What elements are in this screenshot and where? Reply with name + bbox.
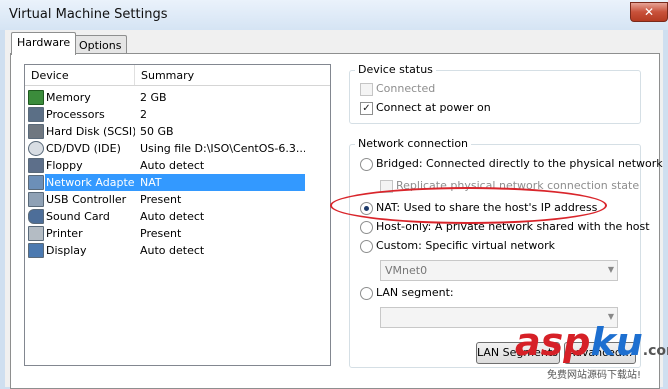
- watermark-part2: ku: [590, 320, 643, 364]
- device-name: Printer: [46, 227, 83, 240]
- watermark-subtitle: 免费网站源码下载站!: [547, 370, 642, 381]
- device-row-memory[interactable]: Memory 2 GB: [25, 89, 330, 106]
- aspku-watermark-logo: aspku.com 免费网站源码下载站!: [515, 322, 668, 384]
- device-name: CD/DVD (IDE): [46, 142, 121, 155]
- title-bar: Virtual Machine Settings ✕: [0, 0, 668, 30]
- device-summary: NAT: [135, 174, 305, 191]
- device-summary: Auto detect: [140, 159, 205, 172]
- device-name: Processors: [46, 108, 105, 121]
- connected-label: Connected: [376, 82, 436, 95]
- close-button[interactable]: ✕: [630, 2, 668, 22]
- device-row-processors[interactable]: Processors 2: [25, 106, 330, 123]
- device-name: Sound Card: [46, 210, 110, 223]
- window-title: Virtual Machine Settings: [9, 7, 168, 22]
- checkmark-icon: ✓: [362, 103, 371, 114]
- display-icon: [28, 243, 44, 258]
- device-summary: 2: [140, 108, 147, 121]
- device-name: Memory: [46, 91, 91, 104]
- device-summary: Using file D:\ISO\CentOS-6.3...: [140, 142, 305, 155]
- device-name: Display: [46, 244, 87, 257]
- cd-dvd-icon: [28, 141, 44, 156]
- list-header: Device Summary: [25, 65, 330, 86]
- watermark-text: aspku.com: [515, 322, 668, 371]
- host-only-radio[interactable]: [360, 221, 373, 234]
- connect-at-power-on-checkbox[interactable]: ✓: [360, 102, 373, 115]
- device-name: Hard Disk (SCSI): [46, 125, 135, 138]
- device-name: USB Controller: [46, 193, 127, 206]
- device-status-group: Device status Connected ✓ Connect at pow…: [349, 63, 641, 124]
- device-row-floppy[interactable]: Floppy Auto detect: [25, 157, 330, 174]
- summary-column-header[interactable]: Summary: [141, 69, 194, 82]
- device-list[interactable]: Device Summary Memory 2 GB Processors 2 …: [24, 64, 331, 366]
- vmnet-select-value: VMnet0: [385, 264, 428, 277]
- watermark-suffix: .com: [642, 343, 668, 359]
- printer-icon: [28, 226, 44, 241]
- device-row-sound-card[interactable]: Sound Card Auto detect: [25, 208, 330, 225]
- device-summary: 50 GB: [140, 125, 174, 138]
- device-name: Network Adapter: [45, 174, 135, 191]
- usb-icon: [28, 192, 44, 207]
- vmnet-select[interactable]: VMnet0 ▼: [380, 260, 618, 281]
- device-summary: 2 GB: [140, 91, 167, 104]
- memory-icon: [28, 90, 44, 105]
- device-row-hard-disk[interactable]: Hard Disk (SCSI) 50 GB: [25, 123, 330, 140]
- lan-segment-label: LAN segment:: [376, 286, 454, 299]
- lan-segment-radio[interactable]: [360, 287, 373, 300]
- processor-icon: [28, 107, 44, 122]
- tab-hardware[interactable]: Hardware: [11, 32, 77, 55]
- device-summary: Auto detect: [140, 210, 205, 223]
- network-connection-title: Network connection: [355, 137, 472, 150]
- device-summary: Auto detect: [140, 244, 205, 257]
- tab-options-label: Options: [79, 39, 122, 52]
- device-row-cd-dvd[interactable]: CD/DVD (IDE) Using file D:\ISO\CentOS-6.…: [25, 140, 330, 157]
- device-summary: Present: [140, 227, 182, 240]
- close-icon: ✕: [643, 5, 655, 19]
- connect-at-power-on-label: Connect at power on: [376, 101, 491, 114]
- tab-hardware-label: Hardware: [17, 36, 71, 49]
- sound-card-icon: [28, 209, 44, 224]
- hard-disk-icon: [28, 124, 44, 139]
- chevron-down-icon: ▼: [607, 265, 614, 274]
- column-divider[interactable]: [134, 65, 135, 85]
- bridged-label: Bridged: Connected directly to the physi…: [376, 157, 663, 170]
- bridged-radio[interactable]: [360, 158, 373, 171]
- device-row-display[interactable]: Display Auto detect: [25, 242, 330, 259]
- device-row-printer[interactable]: Printer Present: [25, 225, 330, 242]
- watermark-part1: asp: [515, 320, 591, 364]
- device-status-title: Device status: [355, 63, 436, 76]
- device-row-usb-controller[interactable]: USB Controller Present: [25, 191, 330, 208]
- device-column-header[interactable]: Device: [31, 69, 69, 82]
- custom-label: Custom: Specific virtual network: [376, 239, 555, 252]
- device-summary: Present: [140, 193, 182, 206]
- network-adapter-icon: [28, 175, 44, 190]
- device-row-network-adapter[interactable]: Network Adapter NAT: [25, 174, 330, 191]
- connected-checkbox[interactable]: [360, 83, 373, 96]
- nat-highlight-annotation: [330, 187, 607, 224]
- floppy-icon: [28, 158, 44, 173]
- custom-radio[interactable]: [360, 240, 373, 253]
- device-name: Floppy: [46, 159, 83, 172]
